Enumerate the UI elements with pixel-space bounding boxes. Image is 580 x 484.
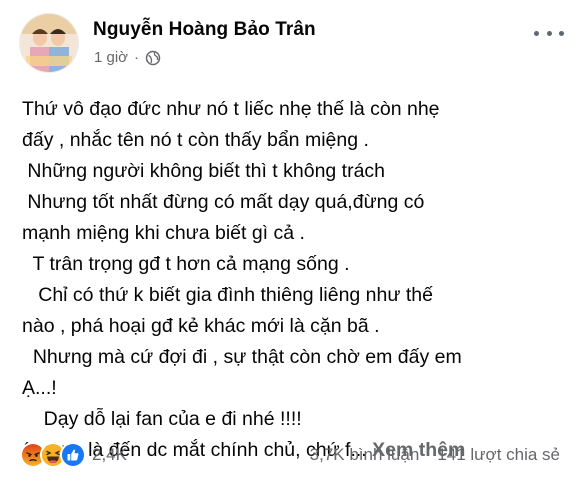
comments-count[interactable]: 3,7K bình luận [310,445,420,465]
post-text: Thứ vô đạo đức như nó t liếc nhẹ thế là … [22,94,562,466]
facebook-post: Nguyễn Hoàng Bảo Trân 1 giờ · Thứ vô đạo… [0,0,580,484]
post-text-line: Nhưng mà cứ đợi đi , sự thật còn chờ em … [22,346,462,368]
post-footer: 2,4K 3,7K bình luận 141 lượt chia sẻ [20,440,560,470]
reaction-count[interactable]: 2,4K [92,445,127,465]
more-options-icon[interactable] [534,26,564,40]
post-text-line: mạnh miệng khi chưa biết gì cả . [22,222,305,244]
post-text-line: Nhưng tốt nhất đừng có mất dạy quá,đừng … [22,191,425,213]
post-text-line: Thứ vô đạo đức như nó t liếc nhẹ thế là … [22,98,440,120]
reactions-summary[interactable]: 2,4K [20,442,127,468]
post-header: Nguyễn Hoàng Bảo Trân 1 giờ · [20,12,568,78]
post-meta: 1 giờ · [94,49,161,66]
avatar[interactable] [20,14,78,72]
post-text-line: T trân trọng gđ t hơn cả mạng sống . [22,253,350,275]
post-text-line: nào , phá hoại gđ kẻ khác mới là cặn bã … [22,315,380,337]
shares-count[interactable]: 141 lượt chia sẻ [437,445,560,465]
meta-separator: · [134,49,140,66]
post-text-line: Dạy dỗ lại fan của e đi nhé !!!! [22,408,302,430]
post-stats: 3,7K bình luận 141 lượt chia sẻ [310,445,560,465]
author-name[interactable]: Nguyễn Hoàng Bảo Trân [93,19,316,41]
post-text-line: đấy , nhắc tên nó t còn thấy bẩn miệng . [22,129,369,151]
post-text-line: Những người không biết thì t không trách [22,160,386,182]
globe-icon[interactable] [145,50,161,66]
post-text-line: Ạ...! [22,377,57,399]
avatar-image [20,14,78,72]
post-text-line: Chỉ có thứ k biết gia đình thiêng liêng … [22,284,433,306]
like-icon [60,442,86,468]
post-time[interactable]: 1 giờ [94,49,128,66]
